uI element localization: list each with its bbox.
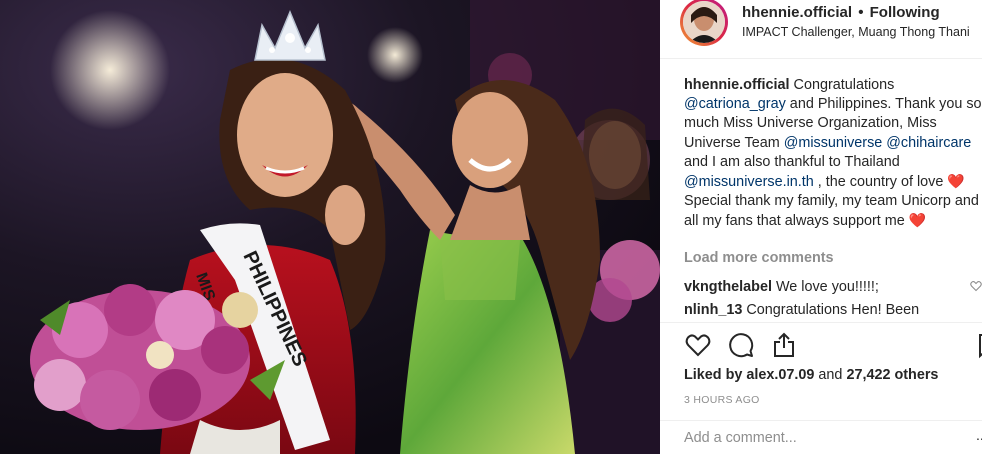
comment-text: We love you!!!!!; bbox=[771, 279, 879, 295]
heart-emoji: ❤️ bbox=[908, 212, 927, 229]
post-photo[interactable]: PHILIPPINES MIS bbox=[0, 0, 660, 454]
post-details-panel: hhennie.official • Following IMPACT Chal… bbox=[660, 0, 982, 454]
avatar-photo-icon bbox=[683, 1, 725, 43]
share-upload-icon[interactable] bbox=[770, 331, 798, 359]
avatar-story-ring[interactable] bbox=[680, 0, 728, 46]
likes-count-link[interactable]: 27,422 others bbox=[846, 367, 938, 383]
heart-emoji: ❤️ bbox=[947, 173, 965, 190]
mention-link[interactable]: @catriona_gray bbox=[684, 96, 786, 112]
mention-link[interactable]: @missuniverse bbox=[784, 135, 883, 151]
heart-outline-icon[interactable] bbox=[684, 331, 712, 359]
header-separator: • bbox=[858, 4, 864, 21]
caption-author[interactable]: hhennie.official bbox=[684, 77, 790, 93]
add-comment-input[interactable] bbox=[682, 427, 946, 449]
likes-summary: Liked by alex.07.09 and 27,422 others bbox=[684, 367, 938, 383]
caption-text: Congratulations bbox=[789, 77, 895, 93]
add-comment-bar: ... bbox=[660, 420, 982, 454]
mention-link[interactable]: @missuniverse.in.th bbox=[684, 174, 814, 190]
mention-link[interactable]: @chihaircare bbox=[886, 135, 971, 151]
load-more-comments-button[interactable]: Load more comments bbox=[684, 250, 834, 266]
avatar[interactable] bbox=[683, 1, 725, 43]
comment-item: nlinh_13 Congratulations Hen! Been bbox=[684, 302, 919, 318]
comment-text: Congratulations Hen! Been bbox=[742, 302, 920, 318]
bookmark-icon[interactable] bbox=[976, 331, 982, 359]
location-link[interactable]: IMPACT Challenger, Muang Thong Thani bbox=[742, 25, 970, 39]
header-username[interactable]: hhennie.official bbox=[742, 4, 852, 21]
post-caption: hhennie.official Congratulations @catrio… bbox=[684, 76, 982, 232]
header-username-line: hhennie.official • Following bbox=[742, 4, 940, 21]
action-bar bbox=[660, 322, 982, 367]
comment-like-icon[interactable] bbox=[970, 280, 982, 295]
post-header: hhennie.official • Following IMPACT Chal… bbox=[660, 0, 982, 59]
comment-username[interactable]: vkngthelabel bbox=[684, 279, 772, 295]
more-options-icon[interactable]: ... bbox=[976, 427, 982, 443]
comment-item: vkngthelabel We love you!!!!!; bbox=[684, 279, 879, 295]
caption-text: Special thank my family, my team Unicorp… bbox=[684, 193, 979, 230]
following-button[interactable]: Following bbox=[870, 4, 940, 21]
likes-middle: and bbox=[814, 367, 847, 383]
speech-bubble-icon[interactable] bbox=[727, 331, 755, 359]
photo-image: PHILIPPINES MIS bbox=[0, 0, 660, 454]
caption-text: and I am also thankful to Thailand bbox=[684, 153, 900, 170]
post-timestamp[interactable]: 3 HOURS AGO bbox=[684, 394, 760, 406]
caption-text: , the country of love bbox=[813, 174, 948, 191]
liked-by-user-link[interactable]: alex.07.09 bbox=[746, 367, 814, 383]
likes-prefix: Liked by bbox=[684, 367, 747, 383]
comment-username[interactable]: nlinh_13 bbox=[684, 302, 742, 318]
